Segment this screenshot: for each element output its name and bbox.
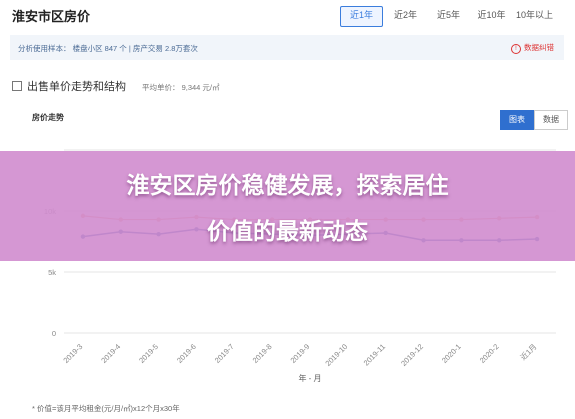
x-tick-label: 2019-9: [289, 342, 312, 365]
x-tick-label: 2019-10: [323, 342, 349, 368]
x-tick-label: 2019-8: [251, 342, 274, 365]
footnote: * 价值=该月平均租金(元/月/㎡)x12个月x30年: [32, 404, 180, 413]
headline-banner: 淮安区房价稳健发展，探索居住 价值的最新动态: [0, 151, 575, 261]
x-tick-label: 2019-6: [175, 342, 198, 365]
x-tick-label: 2020-2: [478, 342, 501, 365]
x-axis-label: 年 - 月: [298, 373, 321, 383]
y-tick-label: 0: [52, 329, 56, 338]
y-tick-label: 5k: [48, 268, 56, 277]
x-tick-label: 2019-11: [362, 342, 387, 367]
x-tick-label: 2019-4: [99, 342, 122, 365]
page: 淮安市区房价 近1年 近2年 近5年 近10年 10年以上 分析使用样本： 楼盘…: [0, 0, 575, 419]
x-tick-label: 近1月: [518, 341, 539, 362]
headline-line-1: 淮安区房价稳健发展，探索居住: [126, 172, 449, 198]
x-tick-label: 2019-5: [137, 342, 160, 365]
x-tick-label: 2019-12: [399, 342, 425, 368]
headline-line-2: 价值的最新动态: [207, 218, 368, 244]
x-tick-label: 2019-7: [213, 342, 236, 365]
x-tick-label: 2020-1: [440, 342, 463, 365]
x-tick-label: 2019-3: [61, 342, 84, 365]
